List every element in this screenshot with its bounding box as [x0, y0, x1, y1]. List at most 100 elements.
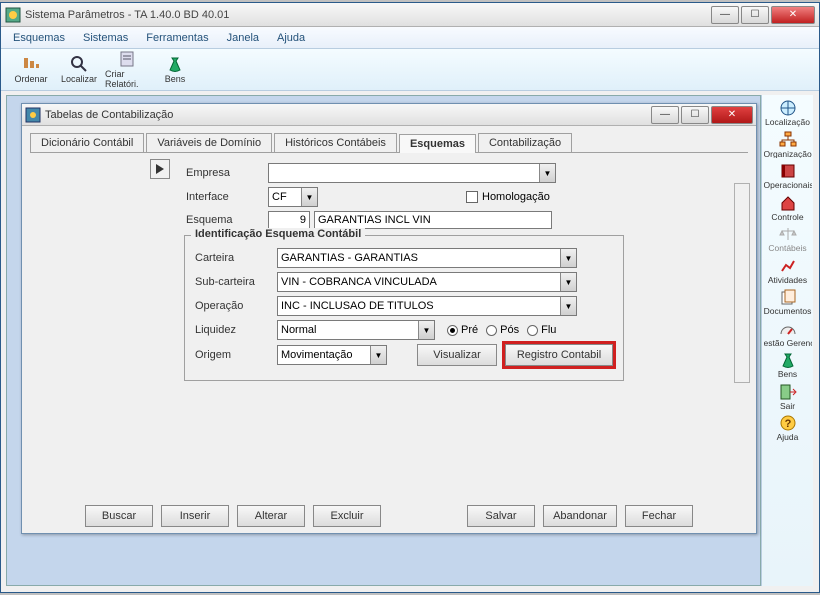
radio-flu[interactable]: [527, 325, 538, 336]
tab-contabilizacao[interactable]: Contabilização: [478, 133, 572, 152]
vertical-scrollbar[interactable]: [734, 183, 750, 383]
side-atividades[interactable]: Atividades: [764, 257, 812, 285]
radio-pre[interactable]: [447, 325, 458, 336]
origem-combo[interactable]: Movimentação▼: [277, 345, 387, 365]
help-icon: ?: [779, 414, 797, 432]
maximize-button[interactable]: ☐: [741, 6, 769, 24]
side-toolbar: Localização Organização Operacionais Con…: [761, 95, 813, 586]
tab-variaveis[interactable]: Variáveis de Domínio: [146, 133, 272, 152]
side-documentos[interactable]: Documentos: [764, 288, 812, 316]
empresa-label: Empresa: [186, 167, 268, 179]
play-button[interactable]: [150, 159, 170, 179]
house-icon: [779, 194, 797, 212]
main-toolbar: Ordenar Localizar Criar Relatóri. Bens: [1, 49, 819, 91]
tab-esquemas[interactable]: Esquemas: [399, 134, 476, 153]
inner-window: Tabelas de Contabilização — ☐ ✕ Dicionár…: [21, 103, 757, 534]
radio-pos-label: Pós: [500, 324, 519, 336]
visualizar-button[interactable]: Visualizar: [417, 344, 497, 366]
menu-ferramentas[interactable]: Ferramentas: [138, 30, 216, 46]
tool-criar-relatorio[interactable]: Criar Relatóri.: [105, 51, 149, 89]
main-window: Sistema Parâmetros - TA 1.40.0 BD 40.01 …: [0, 2, 820, 593]
esquema-num-field[interactable]: 9: [268, 211, 310, 229]
org-icon: [779, 131, 797, 149]
radio-pre-label: Pré: [461, 324, 478, 336]
side-gestao-gerenc[interactable]: estão Gerenc: [764, 320, 812, 348]
tool-localizar[interactable]: Localizar: [57, 51, 101, 89]
liquidez-label: Liquidez: [195, 324, 277, 336]
close-button[interactable]: ✕: [771, 6, 815, 24]
money-bag-icon: [779, 351, 797, 369]
registro-contabil-button[interactable]: Registro Contabil: [505, 344, 613, 366]
menu-ajuda[interactable]: Ajuda: [269, 30, 313, 46]
identificacao-fieldset: Identificação Esquema Contábil Carteira …: [184, 235, 624, 381]
subcarteira-label: Sub-carteira: [195, 276, 277, 288]
menubar: Esquemas Sistemas Ferramentas Janela Aju…: [1, 27, 819, 49]
side-operacionais[interactable]: Operacionais: [764, 162, 812, 190]
side-contabeis[interactable]: Contábeis: [764, 225, 812, 253]
subcarteira-combo[interactable]: VIN - COBRANCA VINCULADA▼: [277, 272, 577, 292]
side-sair[interactable]: Sair: [764, 383, 812, 411]
salvar-button[interactable]: Salvar: [467, 505, 535, 527]
menu-janela[interactable]: Janela: [219, 30, 267, 46]
chevron-down-icon: ▼: [560, 273, 576, 291]
origem-label: Origem: [195, 349, 277, 361]
menu-esquemas[interactable]: Esquemas: [5, 30, 73, 46]
fechar-button[interactable]: Fechar: [625, 505, 693, 527]
exit-icon: [779, 383, 797, 401]
interface-label: Interface: [186, 191, 268, 203]
search-icon: [70, 55, 88, 73]
chevron-down-icon: ▼: [370, 346, 386, 364]
main-titlebar: Sistema Parâmetros - TA 1.40.0 BD 40.01 …: [1, 3, 819, 27]
chevron-down-icon: ▼: [539, 164, 555, 182]
money-bag-icon: [166, 55, 184, 73]
liquidez-combo[interactable]: Normal▼: [277, 320, 435, 340]
alterar-button[interactable]: Alterar: [237, 505, 305, 527]
minimize-button[interactable]: —: [711, 6, 739, 24]
side-bens[interactable]: Bens: [764, 351, 812, 379]
tool-ordenar[interactable]: Ordenar: [9, 51, 53, 89]
chevron-down-icon: ▼: [560, 249, 576, 267]
tab-historicos[interactable]: Históricos Contábeis: [274, 133, 397, 152]
buscar-button[interactable]: Buscar: [85, 505, 153, 527]
globe-icon: [779, 99, 797, 117]
app-icon: [5, 7, 21, 23]
inner-titlebar: Tabelas de Contabilização — ☐ ✕: [22, 104, 756, 126]
gauge-icon: [779, 320, 797, 338]
book-icon: [779, 162, 797, 180]
tab-dicionario[interactable]: Dicionário Contábil: [30, 133, 144, 152]
abandonar-button[interactable]: Abandonar: [543, 505, 617, 527]
inner-minimize-button[interactable]: —: [651, 106, 679, 124]
operacao-label: Operação: [195, 300, 277, 312]
form-body: Empresa ▼ Interface CF▼ Homologação Esqu…: [22, 153, 756, 491]
side-controle[interactable]: Controle: [764, 194, 812, 222]
fieldset-legend: Identificação Esquema Contábil: [191, 228, 365, 240]
inner-close-button[interactable]: ✕: [711, 106, 753, 124]
inner-title: Tabelas de Contabilização: [45, 109, 651, 121]
carteira-label: Carteira: [195, 252, 277, 264]
carteira-combo[interactable]: GARANTIAS - GARANTIAS▼: [277, 248, 577, 268]
empresa-combo[interactable]: ▼: [268, 163, 556, 183]
sort-icon: [22, 55, 40, 73]
chevron-down-icon: ▼: [301, 188, 317, 206]
tabbar: Dicionário Contábil Variáveis de Domínio…: [22, 126, 756, 152]
homologacao-checkbox[interactable]: [466, 191, 478, 203]
docs-icon: [779, 288, 797, 306]
operacao-combo[interactable]: INC - INCLUSAO DE TITULOS▼: [277, 296, 577, 316]
side-organizacao[interactable]: Organização: [764, 131, 812, 159]
svg-text:?: ?: [784, 418, 791, 430]
menu-sistemas[interactable]: Sistemas: [75, 30, 136, 46]
tool-bens[interactable]: Bens: [153, 51, 197, 89]
scale-icon: [779, 225, 797, 243]
main-title: Sistema Parâmetros - TA 1.40.0 BD 40.01: [25, 9, 711, 21]
side-localizacao[interactable]: Localização: [764, 99, 812, 127]
radio-pos[interactable]: [486, 325, 497, 336]
inserir-button[interactable]: Inserir: [161, 505, 229, 527]
excluir-button[interactable]: Excluir: [313, 505, 381, 527]
esquema-text-field[interactable]: GARANTIAS INCL VIN: [314, 211, 552, 229]
chevron-down-icon: ▼: [418, 321, 434, 339]
side-ajuda[interactable]: ?Ajuda: [764, 414, 812, 442]
chevron-down-icon: ▼: [560, 297, 576, 315]
activity-icon: [779, 257, 797, 275]
inner-maximize-button[interactable]: ☐: [681, 106, 709, 124]
interface-combo[interactable]: CF▼: [268, 187, 318, 207]
